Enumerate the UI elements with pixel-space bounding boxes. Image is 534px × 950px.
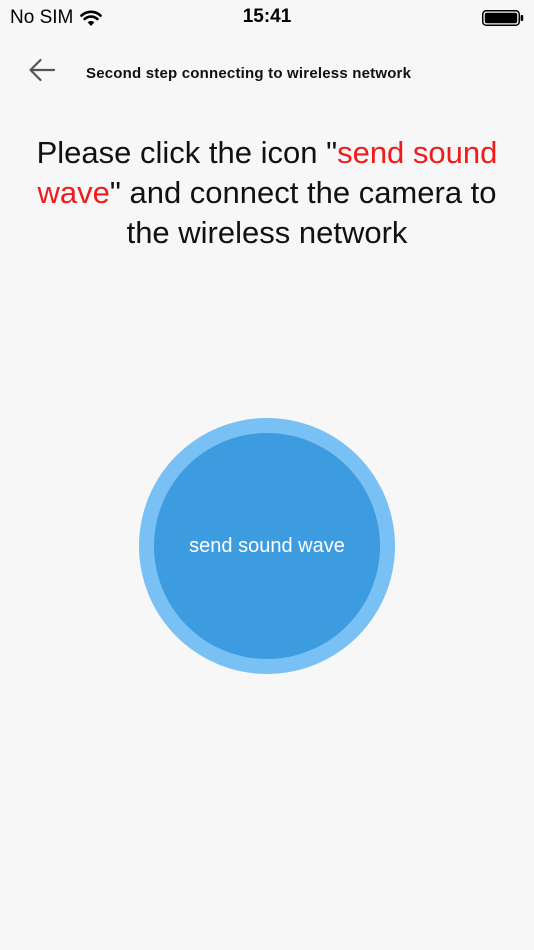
- page-title: Second step connecting to wireless netwo…: [86, 65, 412, 82]
- nav-bar: Second step connecting to wireless netwo…: [0, 48, 534, 96]
- status-time: 15:41: [242, 6, 292, 27]
- instruction-text-part1: Please click the icon ": [36, 135, 338, 170]
- instruction-text: Please click the icon "send sound wave" …: [20, 133, 514, 253]
- send-sound-wave-label: send sound wave: [189, 534, 345, 557]
- send-sound-wave-button-inner[interactable]: send sound wave: [154, 433, 380, 659]
- back-button[interactable]: [22, 54, 62, 90]
- back-arrow-icon: [28, 58, 56, 87]
- send-sound-wave-button[interactable]: send sound wave: [139, 418, 395, 674]
- battery-icon: [482, 10, 524, 26]
- instruction-text-part2: " and connect the camera to the wireless…: [109, 175, 497, 250]
- status-bar: No SIM 15:41: [0, 0, 534, 36]
